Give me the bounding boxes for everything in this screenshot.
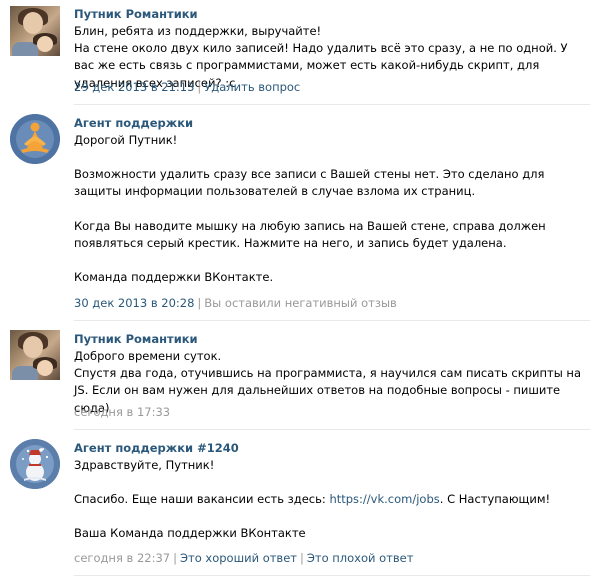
snowman-icon[interactable] — [10, 439, 60, 489]
message-line: Здравствуйте, Путник! — [74, 458, 215, 472]
message-text: Здравствуйте, Путник! Спасибо. Еще наши … — [74, 457, 590, 543]
message-line: Спасибо. Еще наши вакансии есть здесь: — [74, 492, 326, 507]
message-line: Команда поддержки ВКонтакте. — [74, 270, 274, 285]
message-meta: 29 дек 2013 в 21:13 | Удалить вопрос — [74, 80, 301, 94]
message-line: Доброго времени суток. — [74, 349, 222, 363]
message-line: Дорогой Путник! — [74, 133, 178, 147]
message-line: Блин, ребята из поддержки, выручайте! — [74, 24, 322, 38]
delete-question-link[interactable]: Удалить вопрос — [204, 80, 300, 94]
jobs-link[interactable]: https://vk.com/jobs — [329, 492, 439, 506]
author-name[interactable]: Путник Романтики — [74, 332, 198, 347]
message-date-link[interactable]: 30 дек 2013 в 20:28 — [74, 296, 194, 310]
divider — [74, 320, 590, 321]
divider — [74, 429, 590, 430]
author-name[interactable]: Агент поддержки — [74, 116, 193, 131]
message-date-link[interactable]: сегодня в 22:37 — [74, 551, 170, 565]
message-meta: сегодня в 17:33 — [74, 405, 170, 420]
bad-answer-link[interactable]: Это плохой ответ — [307, 551, 414, 565]
message-meta: 30 дек 2013 в 20:28 | Вы оставили негативн… — [74, 296, 397, 310]
good-answer-link[interactable]: Это хороший ответ — [180, 551, 297, 565]
message-meta: сегодня в 22:37 | Это хороший ответ | Это пл… — [74, 551, 414, 565]
message-line: . С Наступающим! — [439, 492, 551, 507]
author-name[interactable]: Агент поддержки #1240 — [74, 441, 239, 456]
message-date-link[interactable]: 29 дек 2013 в 21:13 — [74, 80, 194, 94]
feedback-status: Вы оставили негативный отзыв — [204, 296, 397, 310]
message-text: Дорогой Путник! Возможности удалить сраз… — [74, 132, 590, 286]
message-line: Когда Вы наводите мышку на любую запись … — [74, 218, 546, 250]
divider — [74, 575, 590, 576]
meditating-figure-icon[interactable] — [10, 114, 60, 164]
divider — [74, 104, 590, 105]
message-line: Ваша Команда поддержки ВКонтакте — [74, 526, 306, 541]
message-date-link[interactable]: сегодня в 17:33 — [74, 405, 170, 419]
user-avatar[interactable] — [10, 6, 60, 56]
author-name[interactable]: Путник Романтики — [74, 7, 198, 22]
message-line-with-link: Спасибо. Еще наши вакансии есть здесь: h… — [74, 491, 590, 508]
message-line: Возможности удалить сразу все записи с В… — [74, 167, 545, 199]
user-avatar[interactable] — [10, 330, 60, 380]
